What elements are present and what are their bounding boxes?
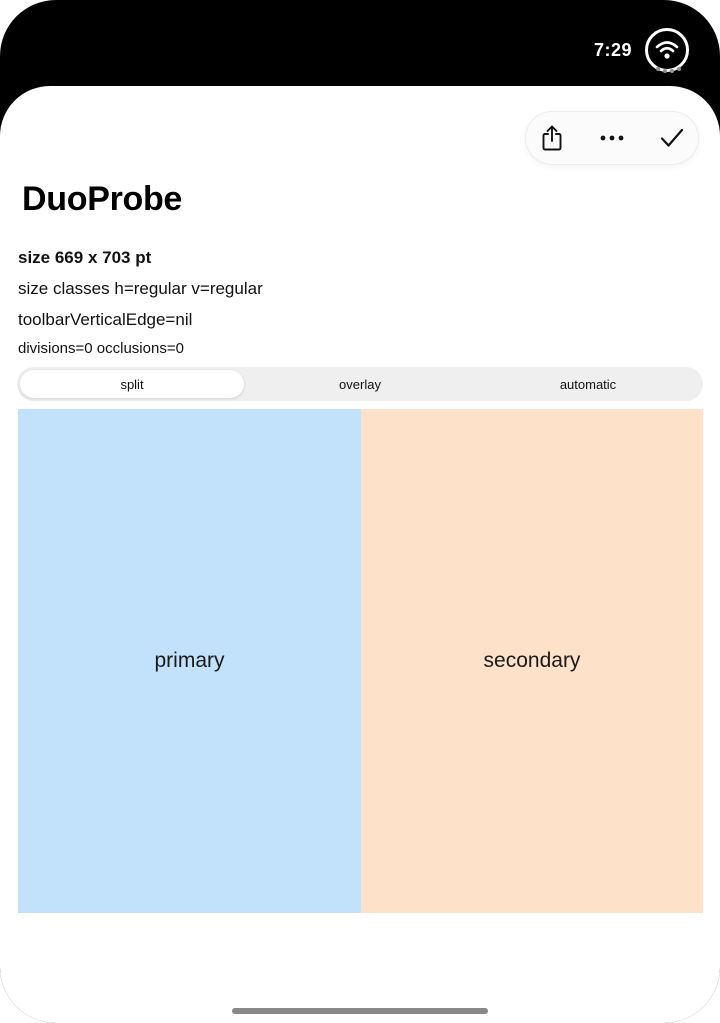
mode-segmented-control: split overlay automatic — [17, 367, 703, 401]
segment-overlay[interactable]: overlay — [248, 370, 472, 398]
ellipsis-icon — [600, 135, 624, 141]
segment-split[interactable]: split — [20, 370, 244, 398]
primary-pane[interactable]: primary — [18, 409, 361, 913]
share-button[interactable] — [526, 112, 578, 164]
app-window: DuoProbe size 669 x 703 pt size classes … — [0, 86, 720, 1023]
more-button[interactable] — [586, 112, 638, 164]
divisions-label: divisions=0 occlusions=0 — [18, 340, 184, 357]
size-label: size 669 x 703 pt — [18, 248, 152, 267]
done-button[interactable] — [646, 112, 698, 164]
signal-dots-icon — [656, 67, 681, 73]
share-icon — [542, 125, 562, 151]
status-bar: 7:29 — [0, 0, 720, 100]
size-classes-label: size classes h=regular v=regular — [18, 279, 263, 298]
home-indicator[interactable] — [232, 1008, 488, 1014]
checkmark-icon — [660, 128, 684, 147]
split-view: primary secondary — [18, 409, 703, 913]
secondary-pane[interactable]: secondary — [361, 409, 703, 913]
page-title: DuoProbe — [22, 180, 183, 218]
toolbar — [526, 112, 698, 164]
segment-automatic[interactable]: automatic — [476, 370, 700, 398]
toolbar-edge-label: toolbarVerticalEdge=nil — [18, 310, 193, 329]
device-frame: 7:29 DuoProbe size 669 x 703 pt size cla… — [0, 0, 720, 1023]
status-time: 7:29 — [593, 40, 632, 60]
